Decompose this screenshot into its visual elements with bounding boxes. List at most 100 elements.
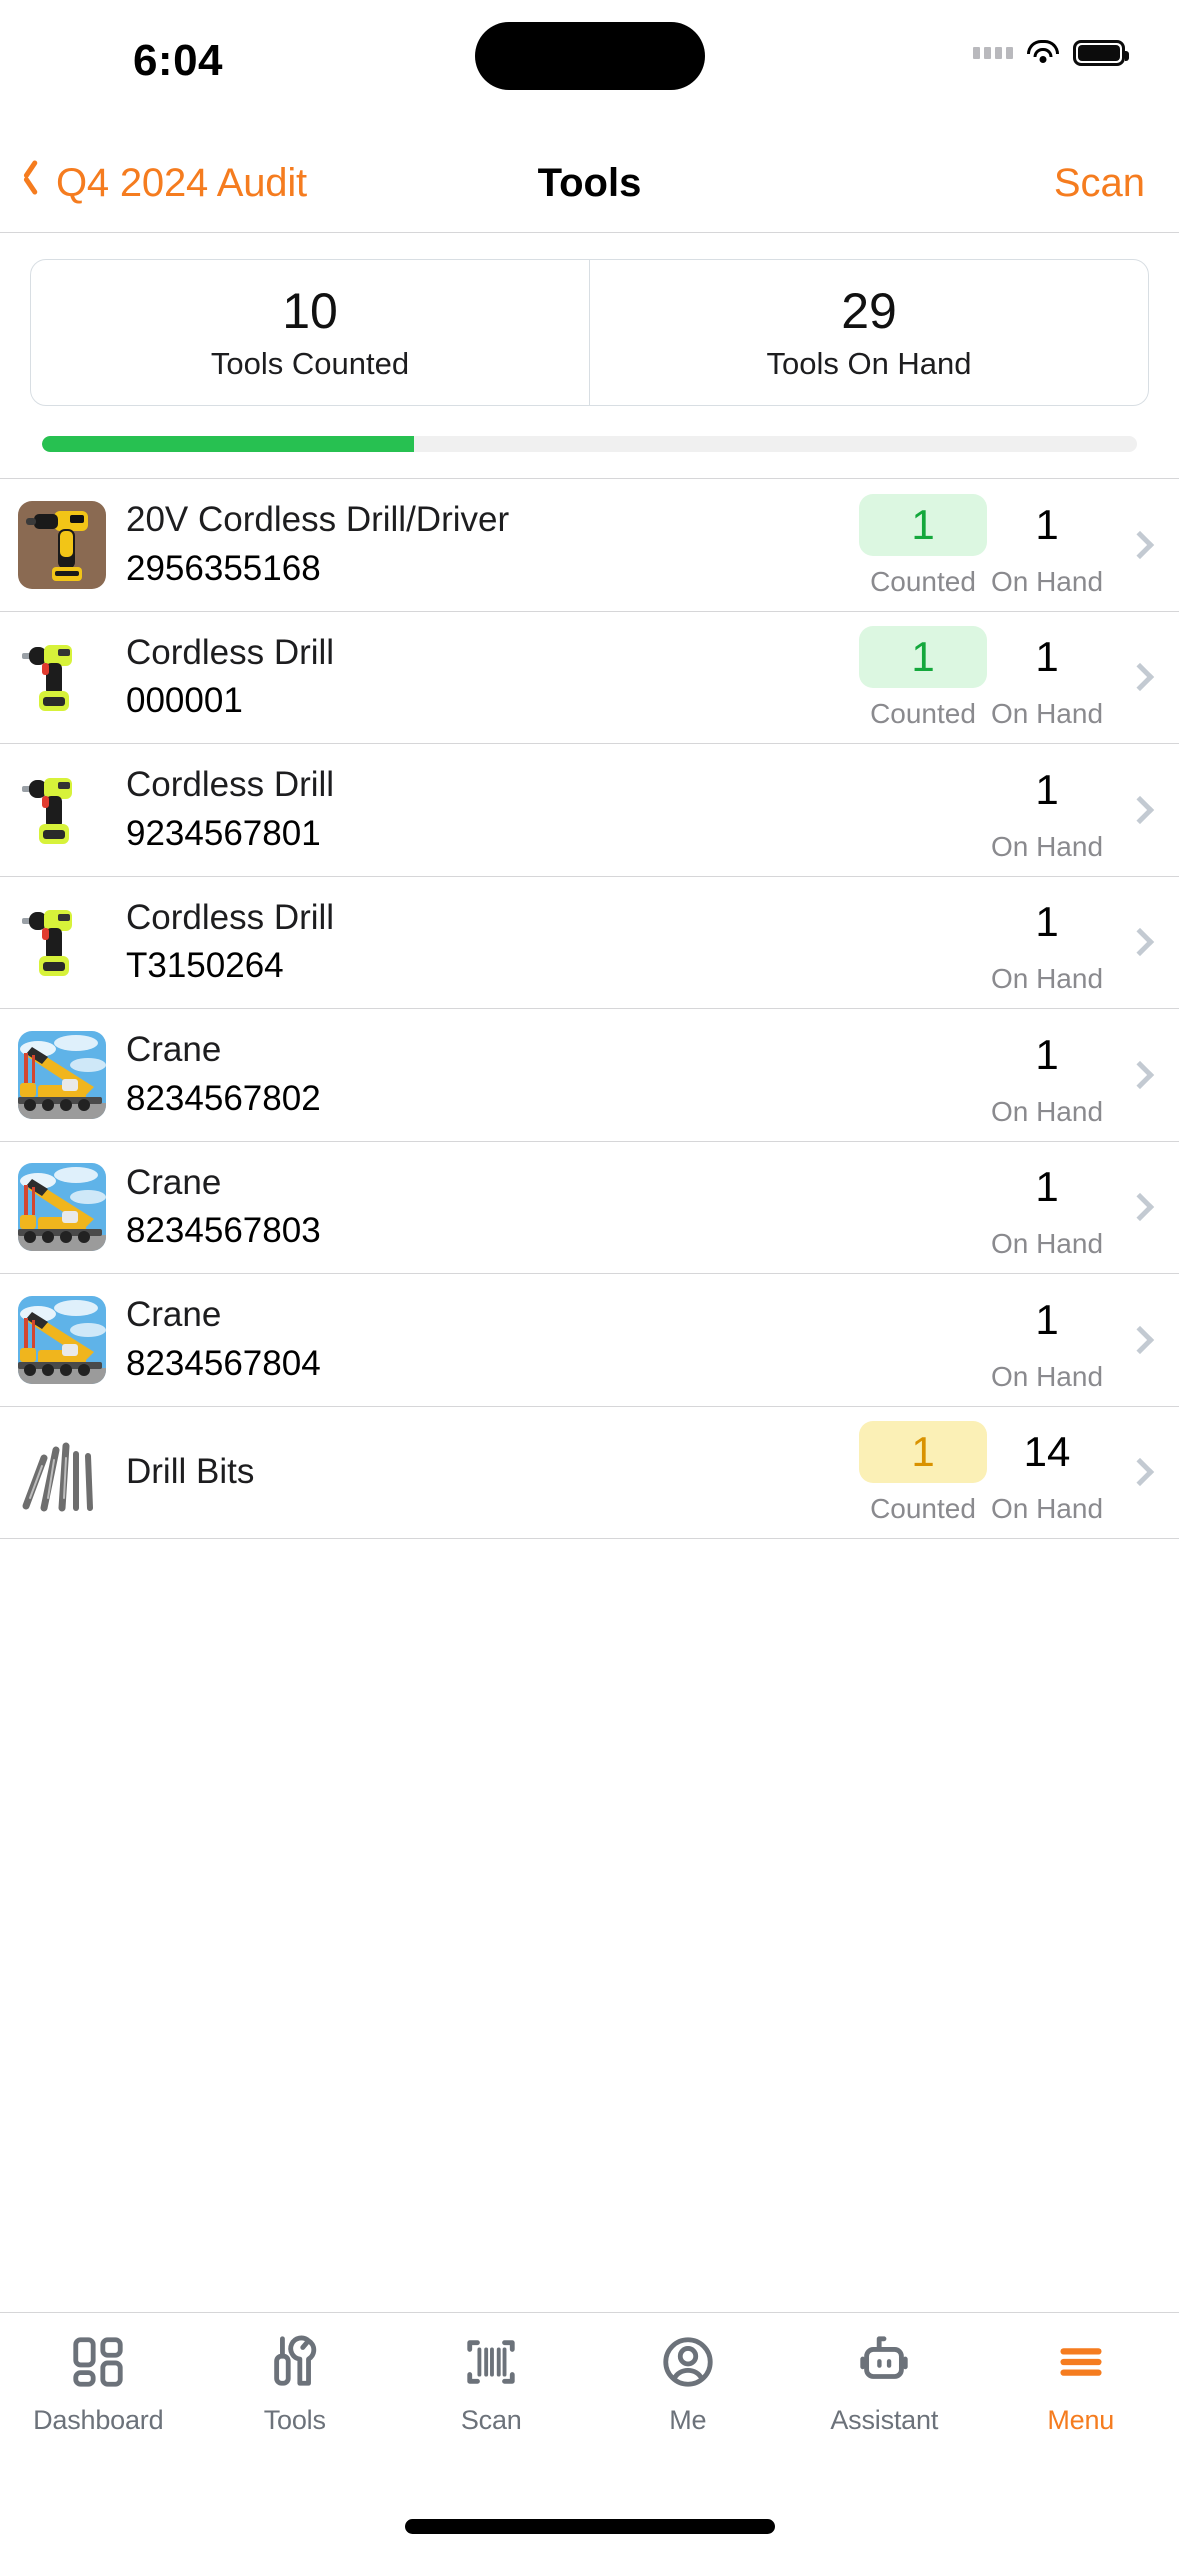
navigation-bar: Q4 2024 Audit Tools Scan bbox=[0, 135, 1179, 233]
row-metrics: 1 Counted 1 On Hand bbox=[859, 626, 1107, 728]
tool-name: Crane bbox=[126, 1164, 222, 1202]
row-metrics: 1 On Hand bbox=[987, 1156, 1107, 1258]
scan-action-button[interactable]: Scan bbox=[1054, 161, 1145, 206]
cordless-drill-photo bbox=[18, 898, 106, 987]
dashboard-grid-icon bbox=[69, 2333, 127, 2391]
row-metrics: 1 On Hand bbox=[987, 891, 1107, 993]
tab-scan[interactable]: Scan bbox=[393, 2333, 590, 2436]
row-text: Drill Bits bbox=[126, 1454, 859, 1491]
on-hand-caption: On Hand bbox=[990, 698, 1104, 730]
tab-menu[interactable]: Menu bbox=[983, 2333, 1179, 2436]
tab-label: Scan bbox=[460, 2405, 522, 2435]
table-row[interactable]: Cordless Drill 9234567801 1 On Hand bbox=[0, 744, 1179, 877]
tab-me[interactable]: Me bbox=[590, 2333, 787, 2436]
stat-value: 10 bbox=[282, 283, 338, 339]
person-circle-icon bbox=[659, 2333, 717, 2391]
counted-caption: Counted bbox=[870, 1493, 976, 1525]
table-row[interactable]: Crane 8234567802 1 On Hand bbox=[0, 1009, 1179, 1142]
on-hand-value: 1 bbox=[1035, 633, 1059, 681]
on-hand-metric: 1 On Hand bbox=[987, 1156, 1107, 1258]
tab-assistant[interactable]: Assistant bbox=[786, 2333, 983, 2436]
audit-progress bbox=[42, 436, 1137, 452]
row-text: Cordless Drill 9234567801 bbox=[126, 767, 987, 853]
tool-name: Cordless Drill bbox=[126, 767, 335, 804]
cordless-drill-photo bbox=[18, 633, 106, 722]
row-metrics: 1 Counted 1 On Hand bbox=[859, 493, 1107, 597]
tool-name: 20V Cordless Drill/Driver bbox=[126, 502, 510, 539]
row-metrics: 1 Counted 14 On Hand bbox=[859, 1421, 1107, 1523]
on-hand-value: 1 bbox=[1035, 1295, 1059, 1343]
tab-label: Menu bbox=[1047, 2405, 1115, 2435]
chevron-right-icon[interactable] bbox=[1125, 1060, 1155, 1089]
table-row[interactable]: Crane 8234567803 1 On Hand bbox=[0, 1141, 1179, 1274]
chevron-right-icon[interactable] bbox=[1125, 1458, 1155, 1487]
counted-badge: 1 bbox=[859, 493, 987, 556]
tool-sku: 2956355168 bbox=[126, 548, 321, 588]
chevron-right-icon[interactable] bbox=[1125, 1193, 1155, 1222]
on-hand-metric: 1 On Hand bbox=[987, 626, 1107, 728]
row-text: 20V Cordless Drill/Driver 2956355168 bbox=[126, 502, 859, 588]
tool-sku: 8234567802 bbox=[126, 1078, 321, 1118]
counted-metric[interactable]: 1 Counted bbox=[859, 1421, 987, 1523]
tab-label: Assistant bbox=[830, 2405, 939, 2435]
tab-label: Me bbox=[669, 2405, 707, 2435]
stat-tools-counted: 10 Tools Counted bbox=[31, 260, 589, 405]
table-row[interactable]: Cordless Drill T3150264 1 On Hand bbox=[0, 876, 1179, 1009]
on-hand-value: 1 bbox=[1035, 898, 1059, 946]
row-metrics: 1 On Hand bbox=[987, 1024, 1107, 1126]
counted-caption: Counted bbox=[870, 565, 976, 597]
row-text: Crane 8234567803 bbox=[126, 1165, 987, 1251]
on-hand-value: 1 bbox=[1035, 1030, 1059, 1078]
tool-sku: 8234567804 bbox=[126, 1343, 321, 1383]
table-row[interactable]: Crane 8234567804 1 On Hand bbox=[0, 1274, 1179, 1407]
cellular-dots-icon bbox=[973, 47, 1013, 59]
table-row[interactable]: Drill Bits 1 Counted 14 On Hand bbox=[0, 1406, 1179, 1539]
counted-caption: Counted bbox=[870, 698, 976, 730]
row-text: Cordless Drill 000001 bbox=[126, 635, 859, 721]
tool-sku: T3150264 bbox=[126, 946, 284, 986]
tools-list[interactable]: 20V Cordless Drill/Driver 2956355168 1 Coun… bbox=[0, 478, 1179, 2312]
on-hand-caption: On Hand bbox=[990, 565, 1104, 597]
row-metrics: 1 On Hand bbox=[987, 1289, 1107, 1391]
status-time: 6:04 bbox=[132, 36, 224, 85]
counted-metric[interactable]: 1 Counted bbox=[859, 626, 987, 728]
progress-fill bbox=[42, 436, 415, 452]
on-hand-metric: 1 On Hand bbox=[987, 1289, 1107, 1391]
on-hand-caption: On Hand bbox=[990, 1228, 1104, 1260]
robot-icon bbox=[855, 2333, 913, 2391]
tools-icon bbox=[266, 2333, 324, 2391]
tool-name: Cordless Drill bbox=[126, 634, 335, 672]
tool-name: Crane bbox=[126, 1032, 222, 1069]
bottom-tab-bar[interactable]: Dashboard Tools Scan Me Assistant Menu bbox=[0, 2312, 1179, 2480]
tab-tools[interactable]: Tools bbox=[197, 2333, 394, 2436]
tool-name: Crane bbox=[126, 1297, 222, 1334]
status-indicators bbox=[973, 40, 1129, 66]
on-hand-caption: On Hand bbox=[990, 1493, 1104, 1525]
page-title: Tools bbox=[537, 161, 642, 205]
chevron-right-icon[interactable] bbox=[1125, 928, 1155, 957]
crane-photo bbox=[18, 1163, 106, 1252]
row-metrics: 1 On Hand bbox=[987, 759, 1107, 861]
table-row[interactable]: 20V Cordless Drill/Driver 2956355168 1 Coun… bbox=[0, 479, 1179, 612]
tab-dashboard[interactable]: Dashboard bbox=[0, 2333, 197, 2436]
stats-card: 10 Tools Counted 29 Tools On Hand bbox=[30, 259, 1149, 406]
drill-bits-photo bbox=[18, 1428, 106, 1517]
tool-name: Drill Bits bbox=[126, 1453, 255, 1491]
tab-label: Tools bbox=[263, 2405, 326, 2435]
on-hand-value: 1 bbox=[1035, 765, 1059, 813]
table-row[interactable]: Cordless Drill 000001 1 Counted 1 On Hand bbox=[0, 611, 1179, 744]
counted-badge: 1 bbox=[859, 626, 987, 689]
chevron-right-icon[interactable] bbox=[1125, 663, 1155, 692]
barcode-scan-icon bbox=[462, 2333, 520, 2391]
row-text: Cordless Drill T3150264 bbox=[126, 900, 987, 986]
chevron-right-icon[interactable] bbox=[1125, 530, 1155, 559]
tool-sku: 9234567801 bbox=[126, 813, 321, 853]
chevron-right-icon[interactable] bbox=[1125, 795, 1155, 824]
on-hand-caption: On Hand bbox=[990, 830, 1104, 862]
on-hand-value: 1 bbox=[1035, 1163, 1059, 1211]
dynamic-island bbox=[474, 22, 705, 90]
on-hand-caption: On Hand bbox=[990, 1095, 1104, 1127]
chevron-right-icon[interactable] bbox=[1125, 1325, 1155, 1354]
on-hand-metric: 1 On Hand bbox=[987, 891, 1107, 993]
counted-metric[interactable]: 1 Counted bbox=[859, 493, 987, 597]
